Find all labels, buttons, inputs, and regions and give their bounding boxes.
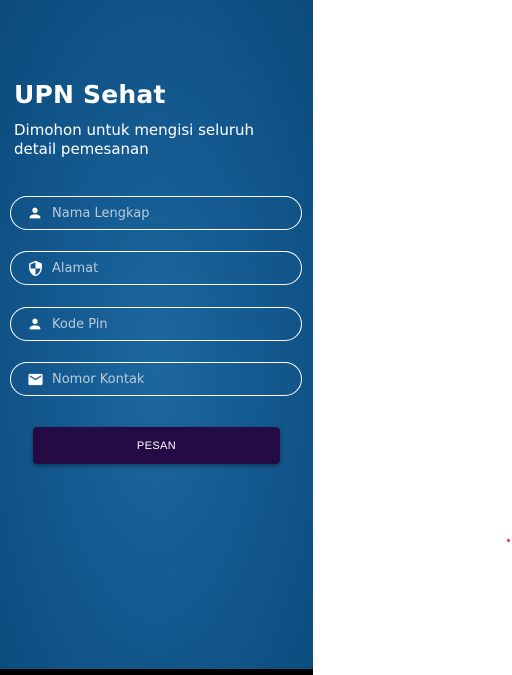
app-title: UPN Sehat [14,80,166,109]
contact-number-field[interactable] [10,362,302,396]
person-icon [26,315,44,333]
address-field[interactable] [10,251,302,285]
pin-code-field[interactable] [10,307,302,341]
full-name-field[interactable] [10,196,302,230]
address-input[interactable] [52,260,301,276]
pin-code-input[interactable] [52,316,301,332]
contact-number-input[interactable] [52,371,301,387]
form-instruction: Dimohon untuk mengisi seluruh detail pem… [14,121,255,158]
app-screen: UPN Sehat Dimohon untuk mengisi seluruh … [0,0,313,669]
indicator-dot [507,539,510,542]
full-name-input[interactable] [52,205,301,221]
system-navigation-bar [0,669,313,675]
order-button[interactable]: PESAN [33,427,280,464]
shield-icon [26,259,44,277]
person-icon [26,204,44,222]
mail-icon [26,370,44,388]
